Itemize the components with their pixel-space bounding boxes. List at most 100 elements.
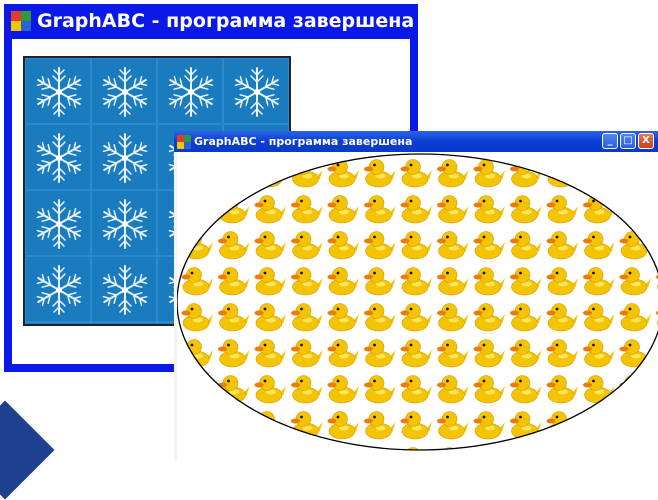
- rubber-duck-icon: [474, 412, 506, 440]
- rubber-duck-icon: [291, 232, 323, 260]
- snowflake-icon: [26, 257, 92, 323]
- rubber-duck-icon: [182, 232, 214, 260]
- snowflake-icon: [92, 59, 158, 125]
- rubber-duck-icon: [255, 160, 287, 188]
- rubber-duck-icon: [583, 232, 615, 260]
- rubber-duck-icon: [437, 160, 469, 188]
- front-window-canvas: [177, 152, 658, 461]
- rubber-duck-icon: [474, 232, 506, 260]
- graphabc-window-front: GraphABC - программа завершена _ □ X: [174, 131, 658, 461]
- rubber-duck-icon: [620, 412, 652, 440]
- rubber-duck-icon: [510, 160, 542, 188]
- graphabc-app-icon: [177, 135, 191, 149]
- snowflake-icon: [26, 125, 92, 191]
- rubber-duck-icon: [547, 448, 579, 462]
- rubber-duck-icon: [401, 268, 433, 296]
- rubber-duck-icon: [291, 160, 323, 188]
- rubber-duck-icon: [291, 304, 323, 332]
- rubber-duck-icon: [364, 376, 396, 404]
- front-window-titlebar[interactable]: GraphABC - программа завершена _ □ X: [174, 131, 658, 152]
- minimize-button[interactable]: _: [602, 133, 618, 149]
- rubber-duck-icon: [474, 196, 506, 224]
- rubber-duck-icon: [510, 268, 542, 296]
- rubber-duck-icon: [547, 376, 579, 404]
- close-button[interactable]: X: [638, 133, 654, 149]
- rubber-duck-icon: [182, 196, 214, 224]
- rubber-duck-icon: [474, 304, 506, 332]
- rubber-duck-icon: [437, 232, 469, 260]
- maximize-button[interactable]: □: [620, 133, 636, 149]
- rubber-duck-icon: [364, 304, 396, 332]
- rubber-duck-icon: [255, 268, 287, 296]
- rubber-duck-icon: [620, 160, 652, 188]
- rubber-duck-icon: [474, 448, 506, 462]
- rubber-duck-icon: [291, 448, 323, 462]
- rubber-duck-icon: [255, 448, 287, 462]
- rubber-duck-icon: [583, 376, 615, 404]
- rubber-duck-icon: [547, 268, 579, 296]
- rubber-duck-icon: [474, 376, 506, 404]
- snowflake-tile: [223, 58, 289, 124]
- rubber-duck-icon: [510, 376, 542, 404]
- rubber-duck-icon: [328, 196, 360, 224]
- rubber-duck-icon: [547, 196, 579, 224]
- rubber-duck-icon: [218, 448, 250, 462]
- snowflake-tile: [91, 58, 157, 124]
- rubber-duck-icon: [401, 196, 433, 224]
- snowflake-tile: [91, 190, 157, 256]
- rubber-duck-icon: [547, 160, 579, 188]
- snowflake-icon: [92, 125, 158, 191]
- rubber-duck-icon: [182, 376, 214, 404]
- back-window-title: GraphABC - программа завершена: [37, 10, 414, 32]
- snowflake-icon: [224, 59, 290, 125]
- rubber-duck-icon: [255, 196, 287, 224]
- snowflake-tile: [289, 58, 291, 124]
- rubber-duck-icon: [547, 232, 579, 260]
- rubber-duck-icon: [291, 412, 323, 440]
- snowflake-tile: [91, 322, 157, 326]
- rubber-duck-icon: [218, 412, 250, 440]
- rubber-duck-icon: [620, 448, 652, 462]
- rubber-duck-icon: [583, 448, 615, 462]
- front-window-title: GraphABC - программа завершена: [194, 135, 412, 148]
- rubber-duck-icon: [328, 232, 360, 260]
- rubber-duck-icon: [291, 376, 323, 404]
- snowflake-tile: [91, 124, 157, 190]
- rubber-duck-icon: [401, 412, 433, 440]
- rubber-duck-icon: [510, 448, 542, 462]
- rubber-duck-icon: [437, 376, 469, 404]
- rubber-duck-icon: [218, 232, 250, 260]
- snowflake-tile: [25, 124, 91, 190]
- rubber-duck-icon: [255, 412, 287, 440]
- rubber-duck-icon: [328, 412, 360, 440]
- snowflake-icon: [26, 191, 92, 257]
- rubber-duck-icon: [328, 376, 360, 404]
- rubber-duck-icon: [583, 160, 615, 188]
- rubber-duck-icon: [364, 412, 396, 440]
- rubber-duck-icon: [437, 304, 469, 332]
- rubber-duck-icon: [182, 268, 214, 296]
- rubber-duck-icon: [218, 340, 250, 368]
- rubber-duck-icon: [437, 412, 469, 440]
- rubber-duck-icon: [620, 340, 652, 368]
- graphabc-app-icon: [11, 11, 31, 31]
- rubber-duck-icon: [437, 268, 469, 296]
- snowflake-icon: [26, 323, 92, 326]
- snowflake-icon: [92, 323, 158, 326]
- rubber-duck-icon: [255, 376, 287, 404]
- rubber-duck-icon: [328, 448, 360, 462]
- rubber-duck-icon: [364, 268, 396, 296]
- rubber-duck-icon: [255, 232, 287, 260]
- rubber-duck-icon: [328, 304, 360, 332]
- rubber-duck-icon: [291, 268, 323, 296]
- rubber-duck-icon: [291, 340, 323, 368]
- rubber-duck-icon: [182, 448, 214, 462]
- rubber-duck-icon: [620, 376, 652, 404]
- rubber-duck-icon: [218, 268, 250, 296]
- window-controls: _ □ X: [602, 133, 654, 149]
- rubber-duck-icon: [620, 232, 652, 260]
- rubber-duck-icon: [364, 196, 396, 224]
- back-window-titlebar[interactable]: GraphABC - программа завершена: [4, 4, 418, 38]
- rubber-duck-icon: [547, 412, 579, 440]
- snowflake-tile: [25, 322, 91, 326]
